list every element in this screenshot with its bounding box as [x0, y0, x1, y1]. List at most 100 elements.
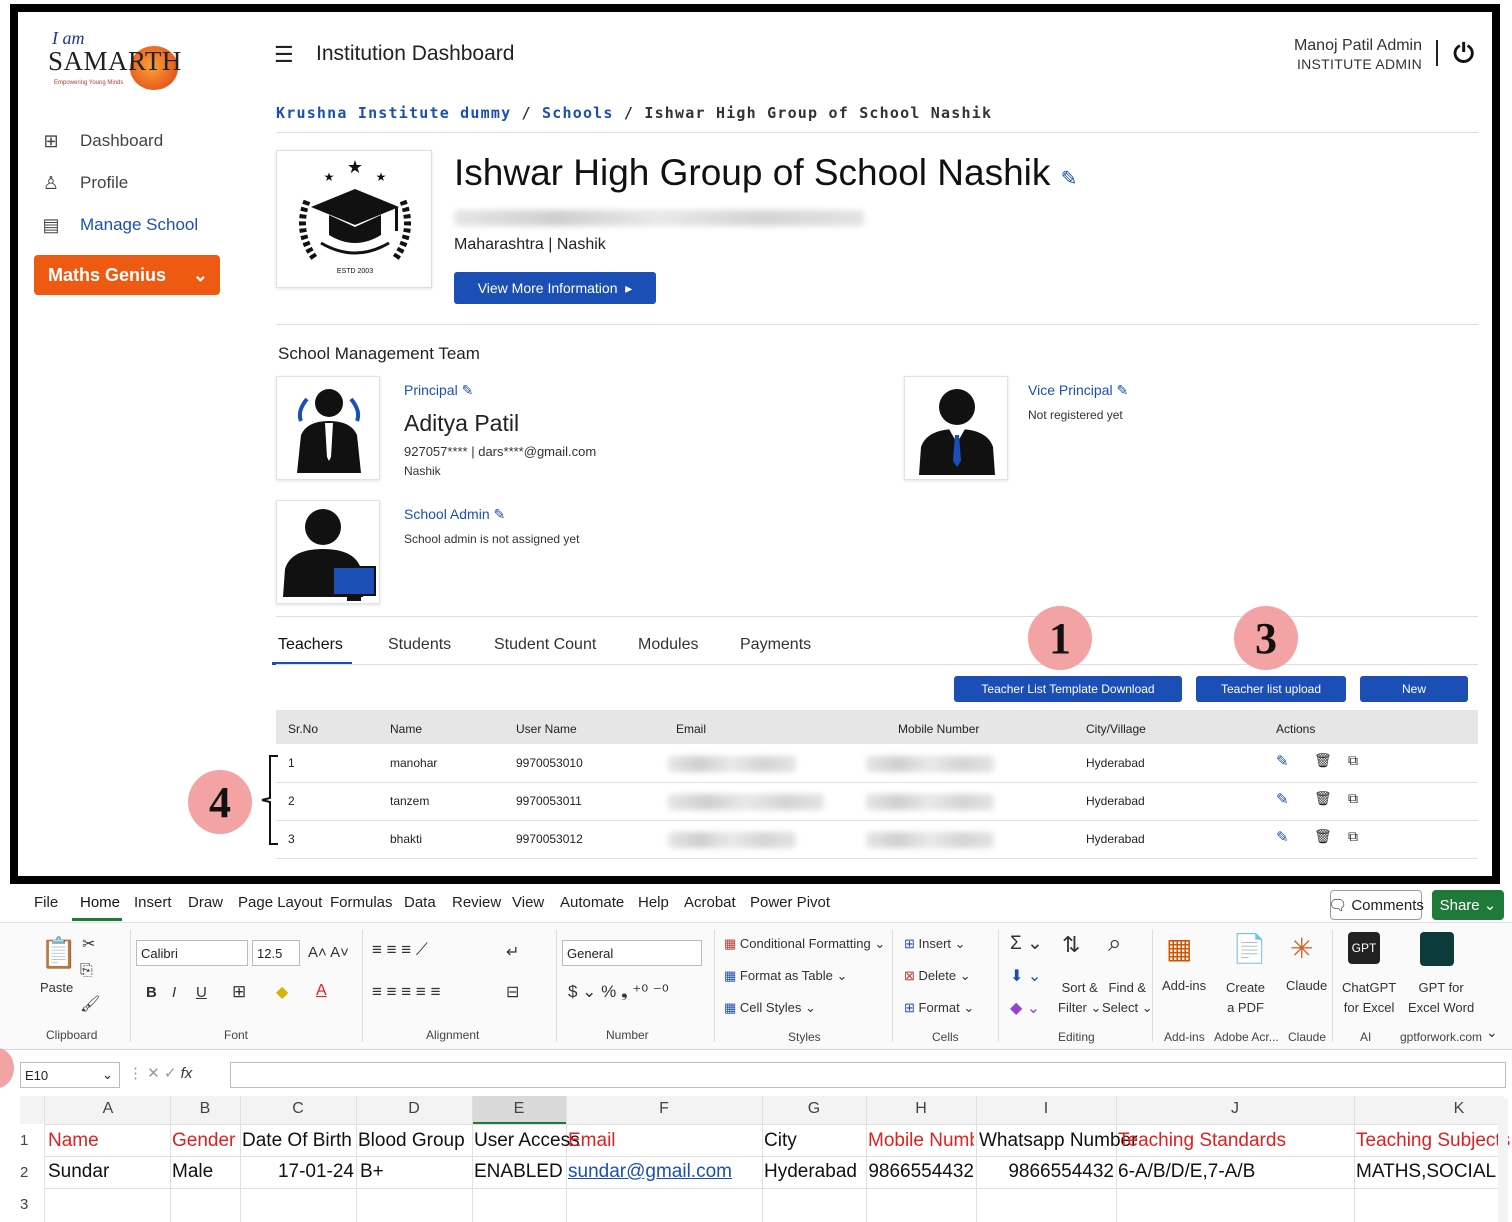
- borders-icon[interactable]: ⊞: [232, 982, 246, 1002]
- col-d[interactable]: D: [356, 1100, 472, 1118]
- gpt-for-excel-word-button[interactable]: GPT for Excel Word: [1408, 978, 1474, 1018]
- share-button[interactable]: Share ⌄: [1432, 890, 1504, 920]
- claude-icon[interactable]: ✳: [1290, 932, 1313, 965]
- teacher-list-upload-button[interactable]: Teacher list upload: [1196, 676, 1346, 702]
- col-e[interactable]: E: [472, 1100, 566, 1118]
- underline-icon[interactable]: U: [196, 984, 207, 1001]
- fill-color-icon[interactable]: ◆: [276, 982, 288, 1002]
- currency-icon[interactable]: $ ⌄ % ❟ ⁺⁰ ⁻⁰: [568, 982, 669, 1002]
- cell-b2[interactable]: Male: [172, 1161, 213, 1183]
- menu-acrobat[interactable]: Acrobat: [684, 894, 736, 911]
- col-j[interactable]: J: [1116, 1100, 1354, 1118]
- col-c[interactable]: C: [240, 1100, 356, 1118]
- power-icon[interactable]: ⏻: [1453, 38, 1474, 70]
- edit-icon[interactable]: ✎: [1276, 828, 1289, 846]
- menu-automate[interactable]: Automate: [560, 894, 624, 911]
- fill-icon[interactable]: ⬇ ⌄: [1010, 966, 1041, 986]
- breadcrumb-schools[interactable]: Schools: [542, 104, 614, 122]
- font-grow-icon[interactable]: A˄ A˅: [308, 944, 349, 961]
- font-size-select[interactable]: 12.5: [252, 940, 300, 966]
- cell-d2[interactable]: B+: [360, 1161, 384, 1183]
- cell-i2[interactable]: 9866554432: [978, 1161, 1114, 1183]
- format-as-table-button[interactable]: ▦ Format as Table ⌄: [724, 968, 847, 984]
- cell-c2[interactable]: 17-01-24: [242, 1161, 354, 1183]
- cell-g2[interactable]: Hyderabad: [764, 1161, 857, 1183]
- cell-k1[interactable]: Teaching Subjects: [1356, 1130, 1510, 1152]
- view-more-information-button[interactable]: View More Information ▸: [454, 272, 656, 304]
- tab-teachers[interactable]: Teachers: [278, 636, 343, 654]
- cell-j1[interactable]: Teaching Standards: [1118, 1130, 1286, 1152]
- sidebar-item-dashboard[interactable]: ⊞ Dashboard: [38, 126, 238, 156]
- number-format-select[interactable]: General: [562, 940, 702, 966]
- trash-icon[interactable]: 🗑: [1314, 828, 1332, 845]
- copy-icon[interactable]: ⧉: [1348, 828, 1358, 845]
- menu-help[interactable]: Help: [638, 894, 669, 911]
- copy-icon[interactable]: ⎘: [80, 962, 93, 980]
- col-a[interactable]: A: [46, 1100, 170, 1118]
- create-pdf-button[interactable]: Create a PDF: [1226, 978, 1265, 1018]
- vertical-scrollbar[interactable]: [1498, 1098, 1508, 1222]
- align-left-icon[interactable]: ≡ ≡ ≡ ≡ ≡: [372, 982, 441, 1002]
- cell-styles-button[interactable]: ▦ Cell Styles ⌄: [724, 1000, 816, 1016]
- cell-e1[interactable]: User Access: [474, 1130, 580, 1152]
- chatgpt-excel-button[interactable]: ChatGPT for Excel: [1342, 978, 1396, 1018]
- find-icon[interactable]: ⌕: [1108, 930, 1121, 958]
- add-ins-button[interactable]: Add-ins: [1162, 978, 1206, 993]
- edit-icon[interactable]: ✎: [1116, 382, 1128, 398]
- bold-icon[interactable]: B: [146, 984, 157, 1001]
- cell-a1[interactable]: Name: [48, 1130, 99, 1152]
- insert-cells-button[interactable]: ⊞ Insert ⌄: [904, 936, 966, 952]
- name-box[interactable]: E10 ⌄: [20, 1062, 120, 1088]
- menu-insert[interactable]: Insert: [134, 894, 172, 911]
- sort-filter-icon[interactable]: ⇅: [1062, 932, 1080, 958]
- format-cells-button[interactable]: ⊞ Format ⌄: [904, 1000, 974, 1016]
- menu-home[interactable]: Home: [80, 894, 120, 911]
- row-number-1[interactable]: 1: [20, 1132, 28, 1149]
- menu-icon[interactable]: ☰: [274, 42, 294, 68]
- col-i[interactable]: I: [976, 1100, 1116, 1118]
- col-k[interactable]: K: [1354, 1100, 1512, 1118]
- sidebar-item-manage-school[interactable]: ▤ Manage School: [38, 210, 238, 240]
- program-dropdown[interactable]: Maths Genius ⌄: [34, 255, 220, 295]
- cell-f2-email-link[interactable]: sundar@gmail.com: [568, 1161, 732, 1183]
- merge-center-icon[interactable]: ⊟: [506, 982, 519, 1002]
- tab-students[interactable]: Students: [388, 636, 451, 654]
- clear-icon[interactable]: ◆ ⌄: [1010, 998, 1040, 1018]
- teacher-template-download-button[interactable]: Teacher List Template Download: [954, 676, 1182, 702]
- col-h[interactable]: H: [866, 1100, 976, 1118]
- new-teacher-button[interactable]: New: [1360, 676, 1468, 702]
- menu-file[interactable]: File: [34, 894, 58, 911]
- format-painter-icon[interactable]: 🖌: [80, 994, 100, 1014]
- menu-data[interactable]: Data: [404, 894, 436, 911]
- align-top-icon[interactable]: ≡ ≡ ≡ ⟋: [372, 940, 428, 960]
- sort-filter-button[interactable]: Sort & Filter ⌄: [1058, 978, 1101, 1018]
- italic-icon[interactable]: I: [172, 984, 176, 1001]
- trash-icon[interactable]: 🗑: [1314, 752, 1332, 769]
- comments-button[interactable]: 🗨 Comments: [1328, 890, 1424, 920]
- copy-icon[interactable]: ⧉: [1348, 790, 1358, 807]
- cell-h2[interactable]: 9866554432: [868, 1161, 974, 1183]
- cell-i1[interactable]: Whatsapp Number: [979, 1130, 1137, 1152]
- chatgpt-icon[interactable]: GPT: [1348, 932, 1380, 964]
- col-b[interactable]: B: [170, 1100, 240, 1118]
- delete-cells-button[interactable]: ⊠ Delete ⌄: [904, 968, 971, 984]
- edit-icon[interactable]: ✎: [1276, 752, 1289, 770]
- edit-icon[interactable]: ✎: [1061, 168, 1078, 190]
- cell-h1[interactable]: Mobile Numbe: [868, 1130, 974, 1152]
- pdf-icon[interactable]: 📄: [1232, 932, 1267, 965]
- font-name-select[interactable]: Calibri: [136, 940, 248, 966]
- menu-formulas[interactable]: Formulas: [330, 894, 393, 911]
- menu-view[interactable]: View: [512, 894, 544, 911]
- gpt-for-work-icon[interactable]: [1420, 932, 1454, 966]
- cell-c1[interactable]: Date Of Birth: [242, 1130, 352, 1152]
- row-number-2[interactable]: 2: [20, 1164, 28, 1181]
- cell-j2[interactable]: 6-A/B/D/E,7-A/B: [1118, 1161, 1255, 1183]
- find-select-button[interactable]: Find & Select ⌄: [1102, 978, 1153, 1018]
- row-number-3[interactable]: 3: [20, 1196, 28, 1213]
- edit-icon[interactable]: ✎: [462, 382, 474, 398]
- menu-power-pivot[interactable]: Power Pivot: [750, 894, 830, 911]
- wrap-text-icon[interactable]: ↵: [506, 942, 519, 962]
- cell-g1[interactable]: City: [764, 1130, 797, 1152]
- user-info[interactable]: Manoj Patil Admin INSTITUTE ADMIN: [1294, 36, 1422, 74]
- menu-draw[interactable]: Draw: [188, 894, 223, 911]
